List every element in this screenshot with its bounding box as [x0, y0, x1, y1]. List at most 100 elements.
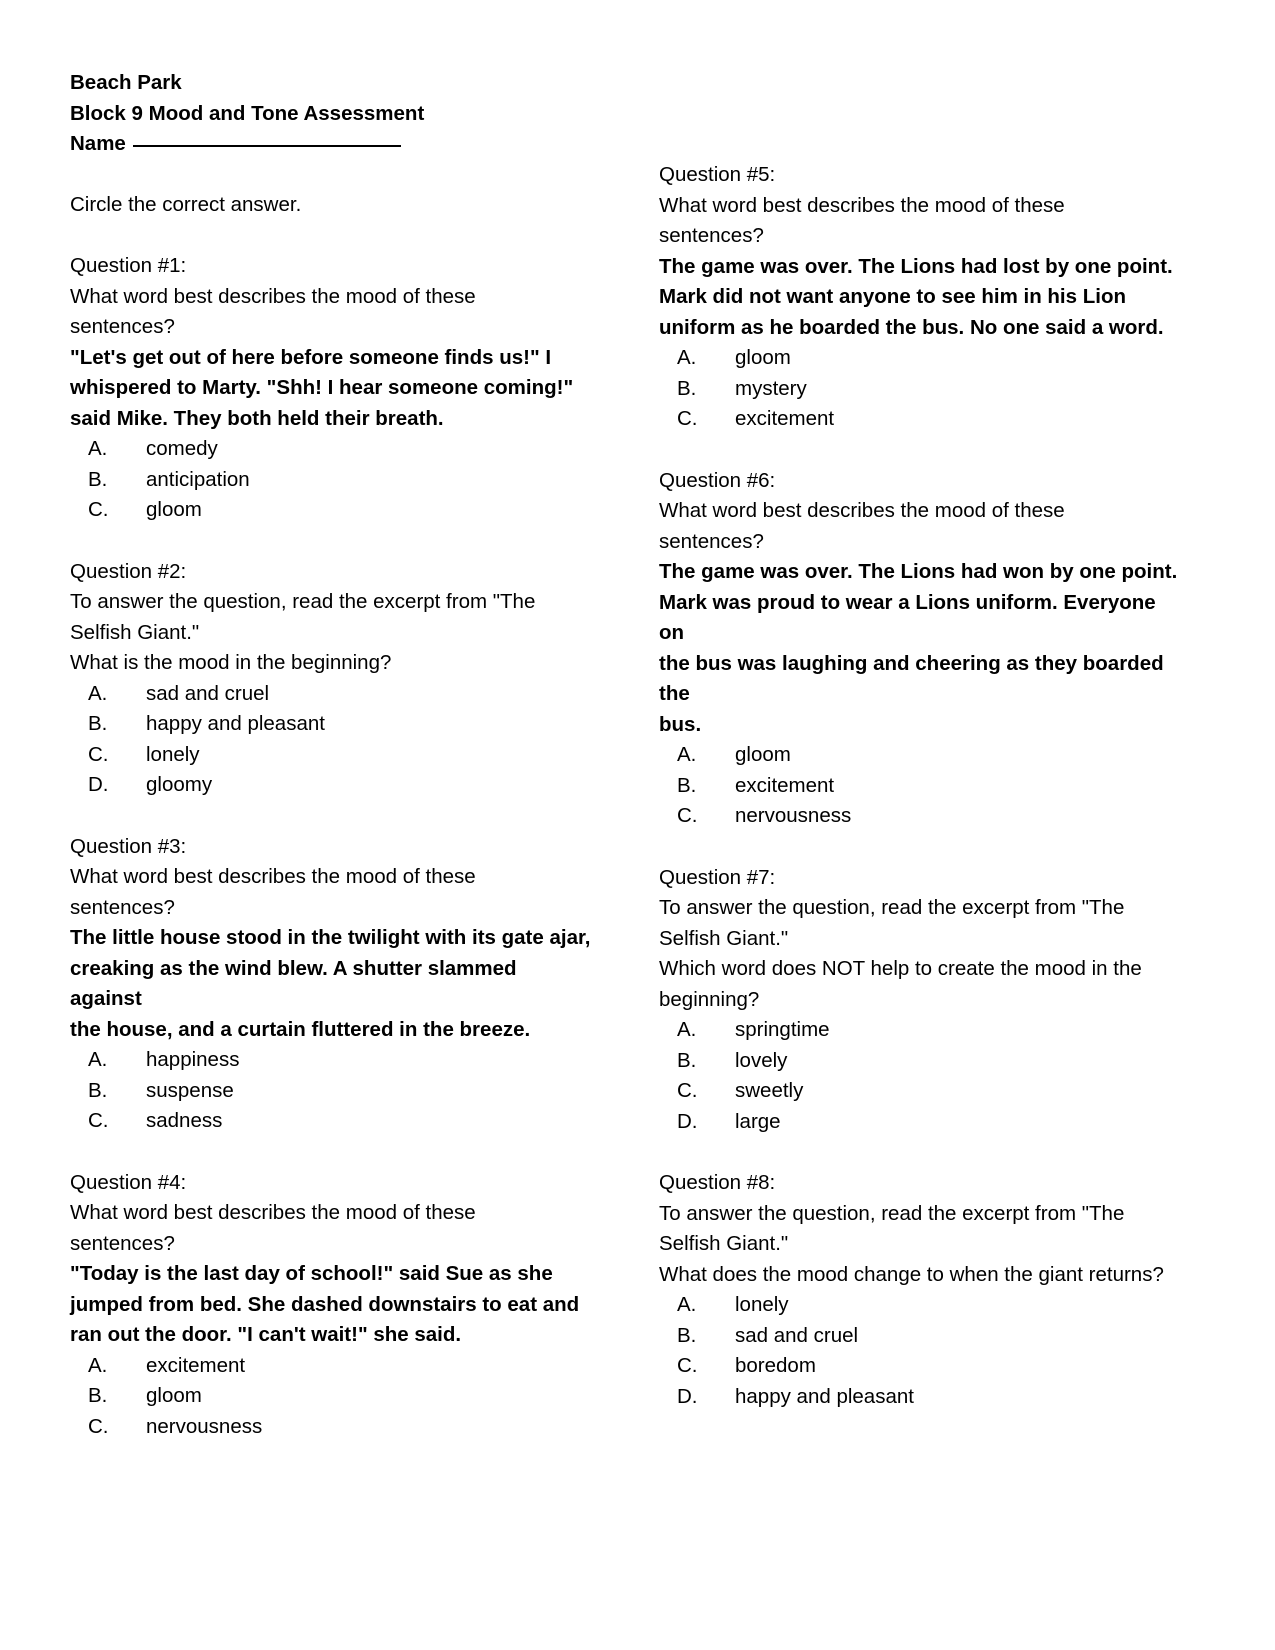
answer-option[interactable]: C. boredom: [659, 1351, 1180, 1382]
question-passage-line: the bus was laughing and cheering as the…: [659, 651, 1164, 706]
question-passage-line: "Today is the last day of school!" said …: [70, 1262, 553, 1285]
question-number: Question #6:: [659, 468, 776, 492]
right-question-list: Question #5: What word best describes the…: [659, 160, 1180, 1412]
document-header: Beach Park Block 9 Mood and Tone Assessm…: [70, 68, 591, 160]
answer-option[interactable]: A. sad and cruel: [70, 679, 591, 710]
name-blank-line[interactable]: [132, 145, 401, 147]
answer-option-text: happiness: [146, 1048, 240, 1071]
question-prompt-line: sentences?: [70, 895, 175, 919]
question-prompt-line: What word best describes the mood of the…: [659, 499, 1065, 522]
question-block: Question #8: To answer the question, read…: [659, 1168, 1180, 1412]
answer-option[interactable]: C. lonely: [70, 740, 591, 771]
answer-option[interactable]: B. anticipation: [70, 465, 591, 496]
answer-option-text: large: [735, 1109, 781, 1133]
answer-option[interactable]: B. happy and pleasant: [70, 709, 591, 740]
answer-option[interactable]: C. sadness: [70, 1106, 591, 1137]
answer-option[interactable]: C. excitement: [659, 404, 1180, 435]
question-prompt-line: What word best describes the mood of the…: [659, 193, 1065, 217]
left-column: Beach Park Block 9 Mood and Tone Assessm…: [70, 68, 591, 1442]
answer-option[interactable]: B. lovely: [659, 1046, 1180, 1077]
answer-option-text: excitement: [735, 407, 835, 430]
question-passage-line: the house, and a curtain fluttered in th…: [70, 1017, 531, 1041]
answer-option[interactable]: B. excitement: [659, 771, 1180, 802]
answer-option[interactable]: A. springtime: [659, 1015, 1180, 1046]
answer-option[interactable]: A. happiness: [70, 1045, 591, 1076]
answer-option-text: gloom: [735, 346, 791, 369]
answer-option-list: A. sad and cruel B. happy and pleasant C. lon…: [70, 679, 591, 801]
question-prompt-line: sentences?: [70, 315, 175, 338]
question-passage-line: whispered to Marty. "Shh! I hear someone…: [70, 376, 574, 399]
question-number: Question #2:: [70, 559, 187, 583]
answer-option-letter: D.: [88, 773, 109, 796]
answer-option-letter: A.: [88, 1048, 108, 1071]
question-prompt-line: Selfish Giant.": [659, 926, 789, 950]
question-prompt-line: sentences?: [659, 224, 764, 247]
question-block: Question #1: What word best describes the…: [70, 251, 591, 526]
question-prompt-line: To answer the question, read the excerpt…: [659, 896, 1125, 919]
answer-option[interactable]: D. large: [659, 1107, 1180, 1138]
question-prompt-line: What word best describes the mood of the…: [70, 1201, 476, 1224]
answer-option[interactable]: A. excitement: [70, 1351, 591, 1382]
answer-option-text: boredom: [735, 1354, 816, 1377]
answer-option-letter: C.: [88, 498, 109, 521]
question-block: Question #7: To answer the question, read…: [659, 863, 1180, 1138]
answer-option-letter: C.: [677, 407, 698, 430]
question-prompt-line: What is the mood in the beginning?: [70, 651, 392, 674]
answer-option-letter: C.: [88, 742, 109, 766]
answer-option-list: A. excitement B. gloom C. nervousness: [70, 1351, 591, 1443]
answer-option[interactable]: C. nervousness: [659, 801, 1180, 832]
answer-option-letter: D.: [677, 1384, 698, 1408]
question-prompt-line: sentences?: [70, 1231, 175, 1255]
answer-option[interactable]: A. comedy: [70, 434, 591, 465]
answer-option-text: excitement: [146, 1353, 246, 1377]
question-block: Question #6: What word best describes the…: [659, 466, 1180, 832]
answer-option[interactable]: C. sweetly: [659, 1076, 1180, 1107]
question-passage-line: "Let's get out of here before someone fi…: [70, 345, 552, 369]
school-name: Beach Park: [70, 71, 182, 94]
answer-option-text: sadness: [146, 1109, 223, 1132]
assessment-title: Block 9 Mood and Tone Assessment: [70, 101, 425, 125]
answer-option[interactable]: B. sad and cruel: [659, 1321, 1180, 1352]
answer-option-text: mystery: [735, 376, 807, 400]
answer-option[interactable]: A. gloom: [659, 343, 1180, 374]
answer-option-letter: C.: [677, 804, 698, 827]
answer-option-text: gloom: [146, 498, 202, 521]
answer-option[interactable]: B. mystery: [659, 374, 1180, 405]
question-passage-line: creaking as the wind blew. A shutter sla…: [70, 956, 517, 1011]
question-passage-line: bus.: [659, 712, 702, 736]
answer-option-text: sweetly: [735, 1079, 804, 1102]
answer-option-letter: C.: [88, 1414, 109, 1438]
answer-option[interactable]: D. happy and pleasant: [659, 1382, 1180, 1413]
answer-option[interactable]: A. gloom: [659, 740, 1180, 771]
right-column: Question #5: What word best describes the…: [659, 68, 1180, 1442]
answer-option[interactable]: D. gloomy: [70, 770, 591, 801]
question-passage-line: The game was over. The Lions had lost by…: [659, 254, 1173, 278]
answer-option-letter: C.: [88, 1109, 109, 1132]
question-prompt-line: beginning?: [659, 987, 760, 1011]
instruction-text: Circle the correct answer.: [70, 192, 302, 216]
question-prompt-line: To answer the question, read the excerpt…: [659, 1201, 1125, 1225]
name-field-row: Name: [70, 129, 591, 160]
answer-option[interactable]: B. gloom: [70, 1381, 591, 1412]
answer-option-letter: A.: [88, 437, 108, 460]
answer-option-text: sad and cruel: [146, 681, 270, 705]
answer-option[interactable]: C. gloom: [70, 495, 591, 526]
question-passage-line: uniform as he boarded the bus. No one sa…: [659, 315, 1164, 339]
answer-option-text: comedy: [146, 437, 218, 460]
answer-option-text: excitement: [735, 773, 835, 797]
answer-option-letter: B.: [88, 1384, 108, 1407]
question-passage-line: Mark did not want anyone to see him in h…: [659, 285, 1126, 308]
answer-option-letter: B.: [677, 1323, 697, 1347]
question-prompt-line: Selfish Giant.": [659, 1232, 789, 1255]
answer-option-text: gloomy: [146, 773, 213, 796]
answer-option[interactable]: A. lonely: [659, 1290, 1180, 1321]
answer-option[interactable]: B. suspense: [70, 1076, 591, 1107]
question-prompt-line: To answer the question, read the excerpt…: [70, 590, 536, 613]
left-question-list: Question #1: What word best describes the…: [70, 251, 591, 1442]
answer-option-text: lonely: [146, 742, 200, 766]
worksheet-page: Beach Park Block 9 Mood and Tone Assessm…: [0, 0, 1275, 1650]
answer-option-text: gloom: [146, 1384, 202, 1407]
answer-option-text: sad and cruel: [735, 1323, 859, 1347]
question-prompt-line: What word best describes the mood of the…: [70, 865, 476, 888]
answer-option[interactable]: C. nervousness: [70, 1412, 591, 1443]
